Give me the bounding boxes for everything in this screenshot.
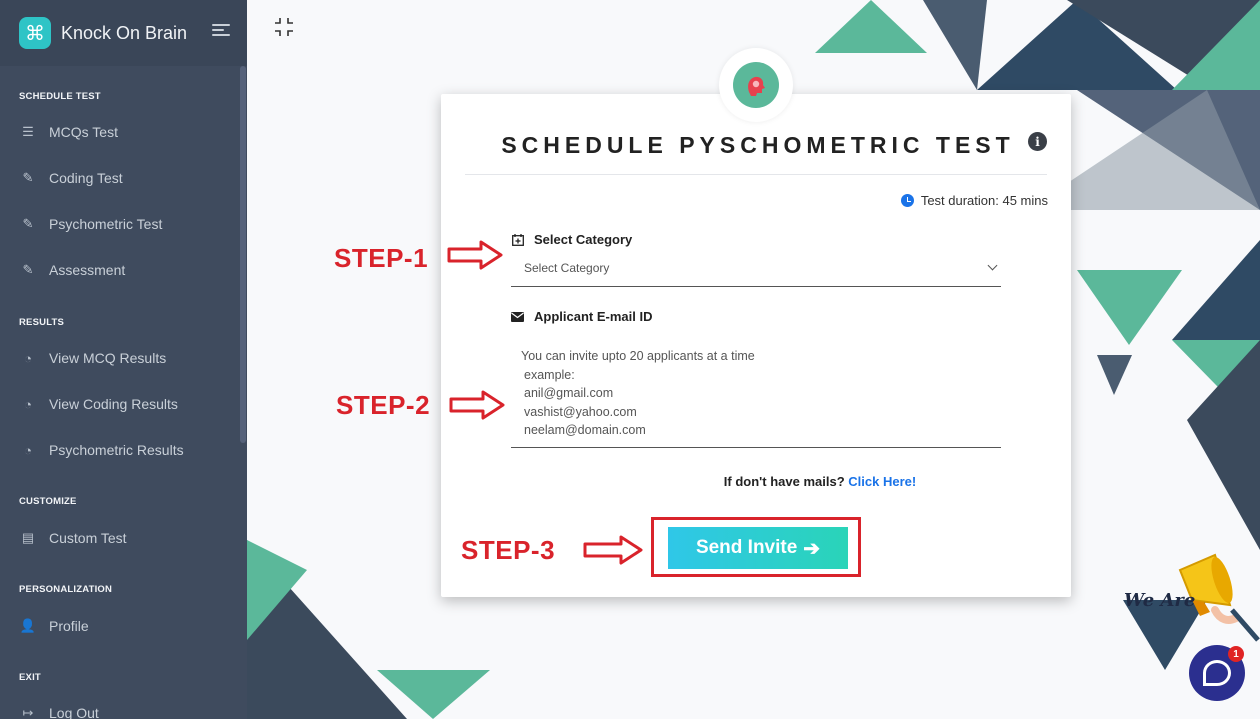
sidebar-item-label: Assessment xyxy=(49,262,126,278)
sidebar-item-assessment[interactable]: ✎ Assessment xyxy=(20,262,126,278)
email-placeholder-line: neelam@domain.com xyxy=(524,423,646,437)
step1-arrow-icon xyxy=(447,240,503,270)
sidebar-item-label: View MCQ Results xyxy=(49,350,167,366)
no-mail-prompt: If don't have mails? Click Here! xyxy=(441,474,1071,489)
user-icon: 👤 xyxy=(19,618,37,633)
sidebar-item-psychometric-test[interactable]: ✎ Psychometric Test xyxy=(20,216,163,232)
sidebar-item-mcqs-test[interactable]: ☰ MCQs Test xyxy=(20,124,118,140)
section-title-personalization: PERSONALIZATION xyxy=(19,584,113,595)
step1-annotation: STEP-1 xyxy=(334,243,429,273)
pie-chart-icon: ◔ xyxy=(24,442,32,458)
schedule-test-card: SCHEDULE PYSCHOMETRIC TEST i Test durati… xyxy=(441,48,1071,597)
test-duration: Test duration: 45 mins xyxy=(900,193,1048,208)
category-select-value: Select Category xyxy=(524,261,610,275)
step3-highlight-box: Send Invite ➔ xyxy=(651,517,861,577)
send-invite-button[interactable]: Send Invite ➔ xyxy=(668,527,848,569)
file-icon: ▤ xyxy=(21,530,35,545)
chat-icon xyxy=(1203,660,1231,686)
category-label-text: Select Category xyxy=(534,232,633,247)
chevron-down-icon xyxy=(987,260,998,271)
sidebar-item-label: Psychometric Test xyxy=(49,216,163,232)
section-title-customize: CUSTOMIZE xyxy=(19,496,77,507)
sidebar-item-label: Psychometric Results xyxy=(49,442,184,458)
category-select[interactable]: Select Category xyxy=(511,254,1001,287)
no-mail-text: If don't have mails? xyxy=(723,474,845,489)
menu-toggle-icon[interactable] xyxy=(212,24,230,42)
sidebar-item-custom-test[interactable]: ▤ Custom Test xyxy=(20,530,127,546)
step3-arrow-icon xyxy=(583,535,643,565)
sidebar-item-view-coding-results[interactable]: ◔ View Coding Results xyxy=(20,396,178,412)
section-title-exit: EXIT xyxy=(19,672,41,683)
step3-annotation: STEP-3 xyxy=(461,535,556,565)
email-label-text: Applicant E-mail ID xyxy=(534,309,653,324)
section-title-schedule-test: SCHEDULE TEST xyxy=(19,91,101,102)
email-label: Applicant E-mail ID xyxy=(511,309,652,324)
email-placeholder-line: vashist@yahoo.com xyxy=(524,404,637,419)
pie-chart-icon: ◔ xyxy=(24,350,32,366)
sidebar-item-label: Profile xyxy=(49,618,89,634)
list-icon: ☰ xyxy=(22,124,34,139)
main-content: SCHEDULE PYSCHOMETRIC TEST i Test durati… xyxy=(247,0,1260,719)
compress-icon[interactable] xyxy=(273,16,295,38)
sidebar-item-label: Log Out xyxy=(49,705,99,719)
sidebar-item-label: Coding Test xyxy=(49,170,123,186)
sidebar-item-label: View Coding Results xyxy=(49,396,178,412)
app-name: Knock On Brain xyxy=(61,22,188,43)
email-placeholder-line: You can invite upto 20 applicants at a t… xyxy=(521,349,755,363)
brain-icon xyxy=(733,62,779,108)
pie-chart-icon: ◔ xyxy=(24,396,32,412)
edit-icon: ✎ xyxy=(22,262,34,277)
sidebar-item-psychometric-results[interactable]: ◔ Psychometric Results xyxy=(20,442,184,458)
clock-icon xyxy=(900,194,914,207)
edit-icon: ✎ xyxy=(22,216,34,231)
promo-widget[interactable]: We Are xyxy=(1120,550,1260,650)
sidebar-item-view-mcq-results[interactable]: ◔ View MCQ Results xyxy=(20,350,166,366)
brain-avatar xyxy=(719,48,793,122)
sidebar-item-label: MCQs Test xyxy=(49,124,118,140)
step2-arrow-icon xyxy=(449,390,505,420)
brand[interactable]: ⌘ Knock On Brain xyxy=(0,0,247,66)
command-logo-icon: ⌘ xyxy=(19,17,51,49)
test-duration-text: Test duration: 45 mins xyxy=(920,193,1048,208)
page-title: SCHEDULE PYSCHOMETRIC TEST xyxy=(501,132,1015,158)
sidebar-item-profile[interactable]: 👤 Profile xyxy=(20,618,89,634)
send-invite-label: Send Invite xyxy=(695,537,798,558)
email-textarea[interactable]: You can invite upto 20 applicants at a t… xyxy=(511,342,1001,448)
sidebar-item-log-out[interactable]: ↦ Log Out xyxy=(20,705,99,719)
sidebar: ⌘ Knock On Brain SCHEDULE TEST ☰ MCQs Te… xyxy=(0,0,247,719)
section-title-results: RESULTS xyxy=(19,317,65,328)
click-here-link[interactable]: Click Here! xyxy=(848,474,916,489)
envelope-icon xyxy=(511,311,524,323)
sidebar-scrollbar[interactable] xyxy=(240,66,246,443)
calendar-plus-icon xyxy=(511,233,524,246)
info-icon[interactable]: i xyxy=(1028,132,1047,151)
sidebar-item-label: Custom Test xyxy=(49,530,127,546)
email-placeholder-line: example: xyxy=(524,367,575,382)
promo-text: We Are xyxy=(1124,590,1196,611)
category-label: Select Category xyxy=(511,232,632,247)
arrow-right-icon: ➔ xyxy=(803,537,821,560)
chat-notification-badge: 1 xyxy=(1228,646,1244,662)
email-placeholder-line: anil@gmail.com xyxy=(524,386,614,400)
divider xyxy=(465,174,1047,175)
edit-icon: ✎ xyxy=(22,170,34,185)
logout-icon: ↦ xyxy=(22,705,34,719)
sidebar-item-coding-test[interactable]: ✎ Coding Test xyxy=(20,170,123,186)
step2-annotation: STEP-2 xyxy=(336,390,431,420)
